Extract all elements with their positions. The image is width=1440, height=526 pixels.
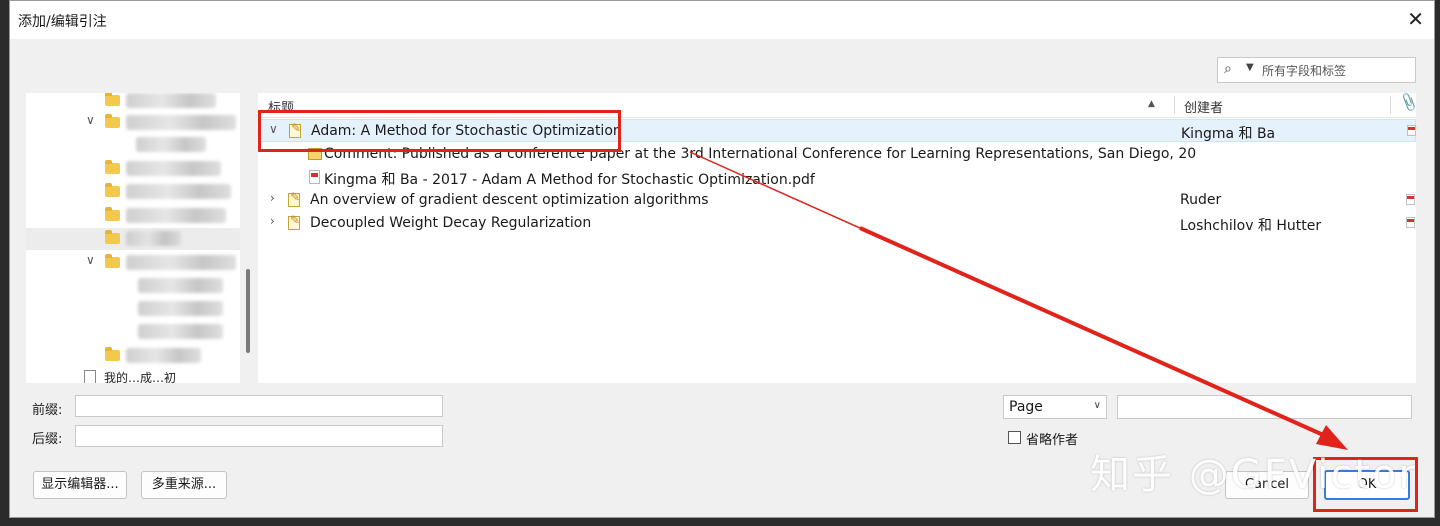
library-label: 我的…成…初 bbox=[104, 371, 177, 383]
locator-selected-value: Page bbox=[1009, 399, 1043, 415]
document-icon bbox=[84, 370, 96, 383]
cancel-button[interactable]: Cancel bbox=[1225, 471, 1309, 499]
tree-item[interactable] bbox=[26, 158, 240, 180]
list-header: 标题 ▲ 创建者 📎 bbox=[258, 93, 1416, 118]
obscured-label bbox=[126, 93, 216, 108]
journal-article-icon bbox=[288, 190, 300, 207]
list-item[interactable]: ∨ Adam: A Method for Stochastic Optimiza… bbox=[258, 119, 1416, 142]
folder-icon bbox=[105, 230, 120, 244]
list-item[interactable]: Comment: Published as a conference paper… bbox=[258, 143, 1416, 166]
add-edit-citation-dialog: 添加/编辑引注 ✕ ⌕ ▼ ∨ bbox=[9, 0, 1435, 518]
library-item[interactable]: 我的…成…初 bbox=[84, 369, 176, 383]
title-bar: 添加/编辑引注 ✕ bbox=[10, 1, 1434, 39]
list-item[interactable]: Kingma 和 Ba - 2017 - Adam A Method for S… bbox=[258, 166, 1416, 189]
omit-author-label: 省略作者 bbox=[1026, 433, 1079, 448]
column-title-header[interactable]: 标题 bbox=[268, 97, 294, 116]
tree-item-selected[interactable] bbox=[26, 228, 240, 250]
list-item[interactable]: › An overview of gradient descent optimi… bbox=[258, 189, 1416, 212]
sort-ascending-icon[interactable]: ▲ bbox=[1148, 99, 1155, 109]
ok-button[interactable]: OK bbox=[1324, 470, 1410, 500]
prefix-input[interactable] bbox=[75, 395, 443, 417]
obscured-label bbox=[138, 278, 223, 293]
obscured-label bbox=[126, 161, 221, 176]
item-creator: Ruder bbox=[1180, 192, 1222, 208]
obscured-label bbox=[136, 137, 206, 152]
folder-icon bbox=[105, 93, 120, 106]
item-list[interactable]: 标题 ▲ 创建者 📎 ∨ Adam: A Method for Stochast… bbox=[258, 93, 1416, 383]
chevron-down-icon[interactable]: ∨ bbox=[86, 253, 95, 267]
tree-item[interactable]: ∨ bbox=[26, 112, 240, 134]
column-divider[interactable] bbox=[1390, 96, 1391, 114]
item-title: Decoupled Weight Decay Regularization bbox=[310, 215, 592, 231]
item-title: An overview of gradient descent optimiza… bbox=[310, 192, 709, 208]
note-icon bbox=[308, 148, 322, 160]
search-mode-chevron-icon[interactable]: ▼ bbox=[1246, 62, 1254, 73]
obscured-label bbox=[126, 184, 231, 199]
journal-article-icon bbox=[289, 121, 301, 138]
pdf-attachment-icon[interactable] bbox=[1406, 217, 1415, 228]
obscured-label bbox=[126, 348, 201, 363]
tree-item[interactable] bbox=[26, 134, 240, 156]
obscured-label bbox=[126, 255, 236, 270]
multiple-sources-button[interactable]: 多重来源... bbox=[141, 471, 227, 499]
item-title: Kingma 和 Ba - 2017 - Adam A Method for S… bbox=[324, 172, 815, 188]
tree-scrollbar[interactable] bbox=[246, 269, 250, 353]
obscured-label bbox=[138, 324, 223, 339]
dialog-title: 添加/编辑引注 bbox=[18, 14, 107, 30]
folder-icon bbox=[105, 254, 120, 268]
folder-icon bbox=[105, 114, 120, 128]
tree-item[interactable] bbox=[26, 321, 240, 343]
column-divider[interactable] bbox=[1174, 96, 1175, 114]
journal-article-icon bbox=[288, 213, 300, 230]
folder-icon bbox=[105, 183, 120, 197]
tree-item[interactable] bbox=[26, 298, 240, 320]
obscured-label bbox=[126, 208, 226, 223]
item-creator: Kingma 和 Ba bbox=[1181, 126, 1276, 142]
tree-item[interactable] bbox=[26, 205, 240, 227]
tree-item[interactable] bbox=[26, 345, 240, 367]
obscured-label bbox=[138, 301, 223, 316]
show-editor-button[interactable]: 显示编辑器... bbox=[33, 471, 127, 499]
item-title: Comment: Published as a conference paper… bbox=[324, 146, 1197, 162]
chevron-down-icon[interactable]: ∨ bbox=[269, 122, 278, 136]
attachment-icon[interactable]: 📎 bbox=[1398, 93, 1416, 113]
chevron-down-icon[interactable]: ∨ bbox=[86, 113, 95, 127]
folder-icon bbox=[105, 160, 120, 174]
item-creator: Loshchilov 和 Hutter bbox=[1180, 218, 1322, 234]
search-icon: ⌕ bbox=[1224, 61, 1232, 77]
tree-item[interactable] bbox=[26, 93, 240, 112]
collection-tree[interactable]: ∨ ∨ 我的…成…初 bbox=[26, 93, 240, 383]
folder-icon bbox=[105, 347, 120, 361]
item-title: Adam: A Method for Stochastic Optimizati… bbox=[311, 123, 622, 139]
tree-item[interactable]: ∨ bbox=[26, 252, 240, 274]
omit-author-checkbox[interactable] bbox=[1008, 431, 1021, 444]
suffix-input[interactable] bbox=[75, 425, 443, 447]
search-input[interactable] bbox=[1260, 60, 1414, 82]
suffix-label: 后缀: bbox=[32, 432, 63, 447]
obscured-label bbox=[126, 115, 236, 130]
prefix-label: 前缀: bbox=[32, 403, 63, 418]
chevron-down-icon: ∨ bbox=[1093, 400, 1101, 411]
locator-select[interactable]: Page ∨ bbox=[1003, 395, 1107, 419]
tree-item[interactable] bbox=[26, 181, 240, 203]
search-box[interactable]: ⌕ ▼ bbox=[1217, 57, 1416, 83]
chevron-right-icon[interactable]: › bbox=[270, 191, 275, 205]
tree-item[interactable] bbox=[26, 275, 240, 297]
chevron-right-icon[interactable]: › bbox=[270, 214, 275, 228]
close-icon[interactable]: ✕ bbox=[1407, 7, 1424, 31]
obscured-label bbox=[126, 231, 181, 246]
pdf-file-icon bbox=[309, 170, 320, 184]
column-creator-header[interactable]: 创建者 bbox=[1184, 97, 1223, 116]
folder-icon bbox=[105, 207, 120, 221]
locator-input[interactable] bbox=[1117, 395, 1412, 419]
pdf-attachment-icon[interactable] bbox=[1406, 194, 1415, 205]
list-item[interactable]: › Decoupled Weight Decay Regularization … bbox=[258, 212, 1416, 235]
pdf-attachment-icon[interactable] bbox=[1407, 125, 1416, 136]
